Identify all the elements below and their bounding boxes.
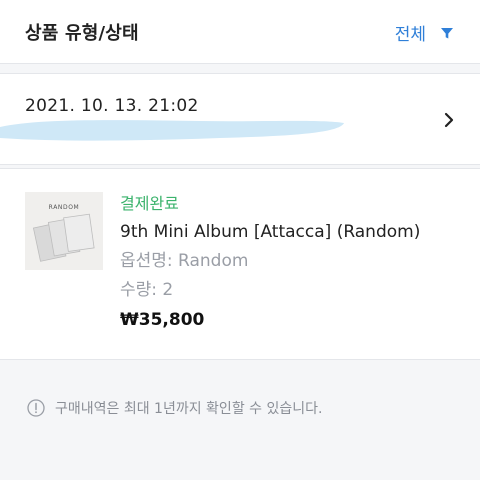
header-title: 상품 유형/상태	[25, 23, 139, 44]
chevron-right-icon[interactable]	[442, 110, 456, 130]
order-date: 2021. 10. 13. 21:02	[25, 96, 199, 116]
album-thumbnail[interactable]: RANDOM	[25, 192, 103, 270]
product-name[interactable]: 9th Mini Album [Attacca] (Random)	[120, 221, 420, 244]
info-icon	[27, 399, 45, 417]
order-history-page: 상품 유형/상태 전체 2021. 10. 13. 21:02 RANDOM 결…	[0, 0, 480, 480]
filter-icon[interactable]	[440, 26, 454, 40]
filter-header: 상품 유형/상태 전체	[0, 0, 480, 64]
retention-notice: 구매내역은 최대 1년까지 확인할 수 있습니다.	[27, 398, 322, 418]
payment-status: 결제완료	[120, 194, 179, 213]
filter-dropdown[interactable]: 전체	[395, 20, 454, 45]
item-info: 결제완료 9th Mini Album [Attacca] (Random) 옵…	[120, 192, 420, 332]
product-quantity: 수량: 2	[120, 280, 174, 300]
product-price: ₩35,800	[120, 310, 205, 330]
notice-text: 구매내역은 최대 1년까지 확인할 수 있습니다.	[55, 401, 323, 417]
album-cards-image	[32, 213, 95, 262]
product-option: 옵션명: Random	[120, 251, 249, 271]
order-item-card[interactable]: RANDOM 결제완료 9th Mini Album [Attacca] (Ra…	[0, 168, 480, 360]
redaction-mark	[0, 120, 344, 141]
filter-label[interactable]: 전체	[395, 20, 426, 45]
